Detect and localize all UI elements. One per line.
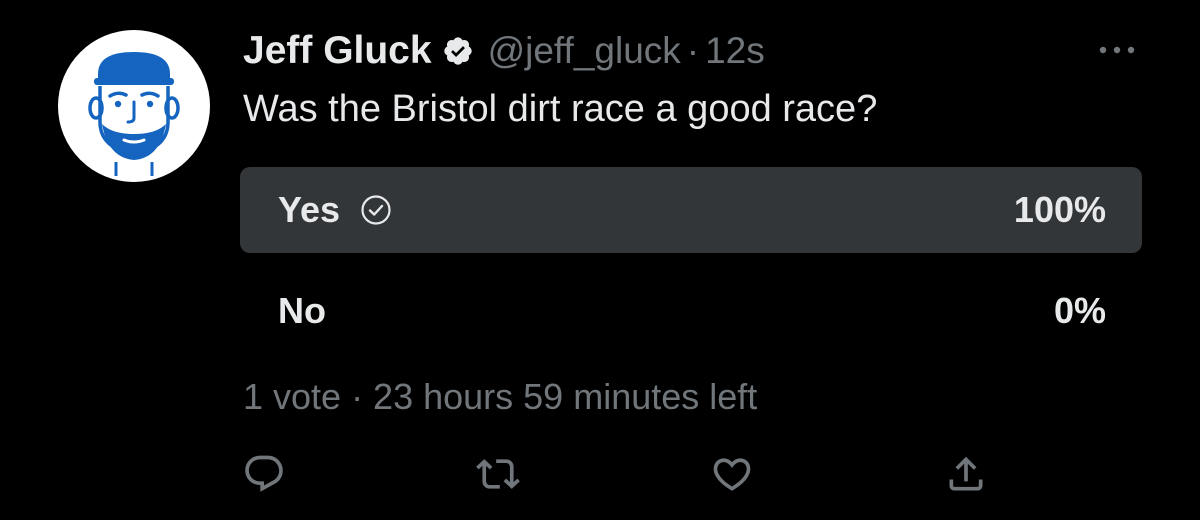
reply-icon[interactable] — [242, 452, 286, 496]
poll-option-yes: Yes 100% — [240, 167, 1142, 253]
poll-option-percent: 100% — [1013, 189, 1106, 230]
poll-option-label: Yes — [278, 167, 392, 253]
poll-option-percent: 0% — [1053, 290, 1106, 331]
cartoon-face-with-cap-icon — [88, 52, 180, 176]
poll-option-label: No — [278, 268, 326, 354]
share-icon[interactable] — [944, 452, 988, 496]
poll-option-no: No 0% — [240, 268, 1142, 354]
author-handle[interactable]: @jeff_gluck — [488, 30, 681, 72]
retweet-icon[interactable] — [476, 452, 520, 496]
poll-option-text: Yes — [278, 189, 341, 230]
poll-option-text: No — [278, 290, 326, 331]
display-name[interactable]: Jeff Gluck — [243, 29, 432, 73]
tweet-timestamp[interactable]: 12s — [705, 30, 765, 72]
avatar[interactable] — [58, 30, 210, 182]
ellipsis-icon[interactable] — [1098, 44, 1136, 56]
separator-dot: · — [686, 30, 700, 71]
check-circle-icon — [360, 194, 392, 226]
verified-badge-icon — [442, 35, 474, 67]
poll-status: 1 vote · 23 hours 59 minutes left — [243, 376, 758, 417]
tweet-text: Was the Bristol dirt race a good race? — [243, 88, 878, 130]
heart-icon[interactable] — [710, 452, 754, 496]
tweet-header: Jeff Gluck @jeff_gluck · 12s — [243, 26, 765, 76]
